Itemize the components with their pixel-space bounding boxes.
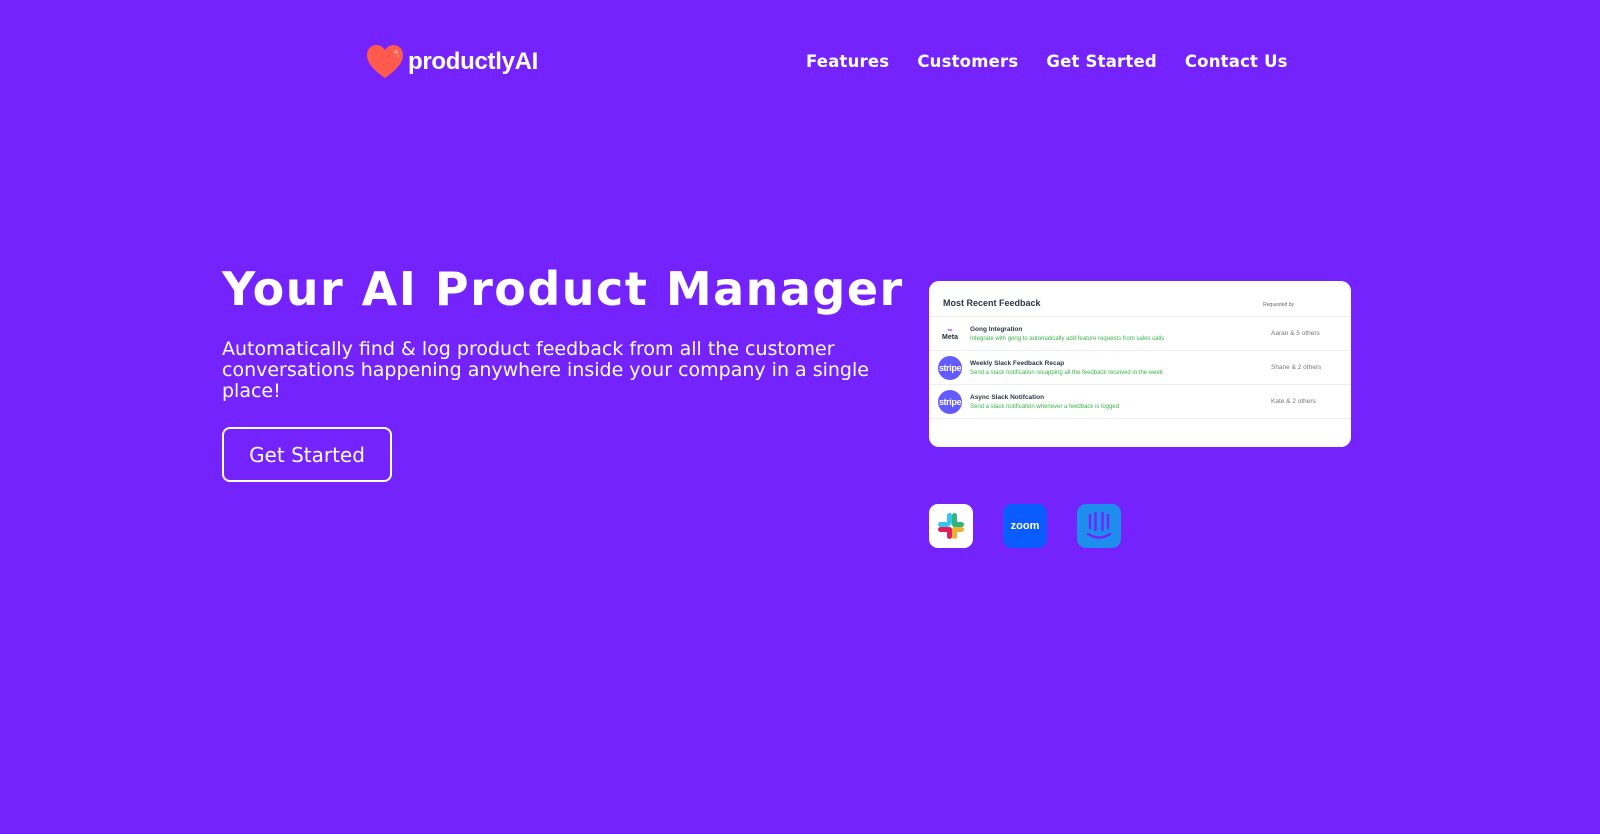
- nav-customers[interactable]: Customers: [917, 52, 1018, 71]
- brand-name: productlyAI: [408, 48, 539, 75]
- hero-title: Your AI Product Manager: [222, 262, 904, 316]
- feedback-title: Weekly Slack Feedback Recap: [970, 359, 1065, 367]
- stripe-logo-icon: stripe: [938, 389, 962, 414]
- feedback-row[interactable]: stripe Async Slack Notifcation Send a sla…: [929, 385, 1351, 419]
- feedback-title: Gong Integration: [970, 325, 1023, 333]
- slack-icon: [929, 504, 973, 548]
- feedback-row[interactable]: ∞ Meta Gong Integration Integrate with gon…: [929, 317, 1351, 351]
- get-started-button[interactable]: Get Started: [222, 427, 392, 482]
- requested-by-header: Requested by: [1263, 302, 1294, 308]
- requested-by: Shane & 2 others: [1271, 364, 1322, 371]
- feedback-title: Async Slack Notifcation: [970, 393, 1045, 401]
- zoom-icon: zoom: [1003, 504, 1047, 548]
- feedback-description: Integrate with gong to automatically add…: [970, 335, 1165, 342]
- feedback-description: Send a slack notification recapping all …: [970, 369, 1163, 376]
- integrations: zoom: [929, 504, 1121, 548]
- nav-get-started[interactable]: Get Started: [1046, 52, 1157, 71]
- requested-by: Kate & 2 others: [1271, 398, 1316, 405]
- main-nav: Features Customers Get Started Contact U…: [806, 52, 1288, 71]
- brand-logo[interactable]: productlyAI: [366, 44, 538, 80]
- nav-features[interactable]: Features: [806, 52, 889, 71]
- requested-by: Aaran & 5 others: [1271, 330, 1320, 337]
- nav-contact-us[interactable]: Contact Us: [1185, 52, 1288, 71]
- intercom-icon: [1077, 504, 1121, 548]
- meta-logo-icon: ∞ Meta: [938, 321, 962, 346]
- feedback-card-title: Most Recent Feedback: [943, 298, 1041, 308]
- company-name: Meta: [942, 333, 958, 341]
- hero-subtitle: Automatically find & log product feedbac…: [222, 338, 869, 402]
- feedback-description: Send a slack notification whenever a fee…: [970, 403, 1120, 410]
- heart-icon: [367, 45, 403, 78]
- feedback-card-header: Most Recent Feedback Requested by: [929, 281, 1351, 317]
- feedback-row[interactable]: stripe Weekly Slack Feedback Recap Send a…: [929, 351, 1351, 385]
- feedback-card: Most Recent Feedback Requested by ∞ Meta …: [929, 281, 1351, 447]
- stripe-logo-icon: stripe: [938, 355, 962, 380]
